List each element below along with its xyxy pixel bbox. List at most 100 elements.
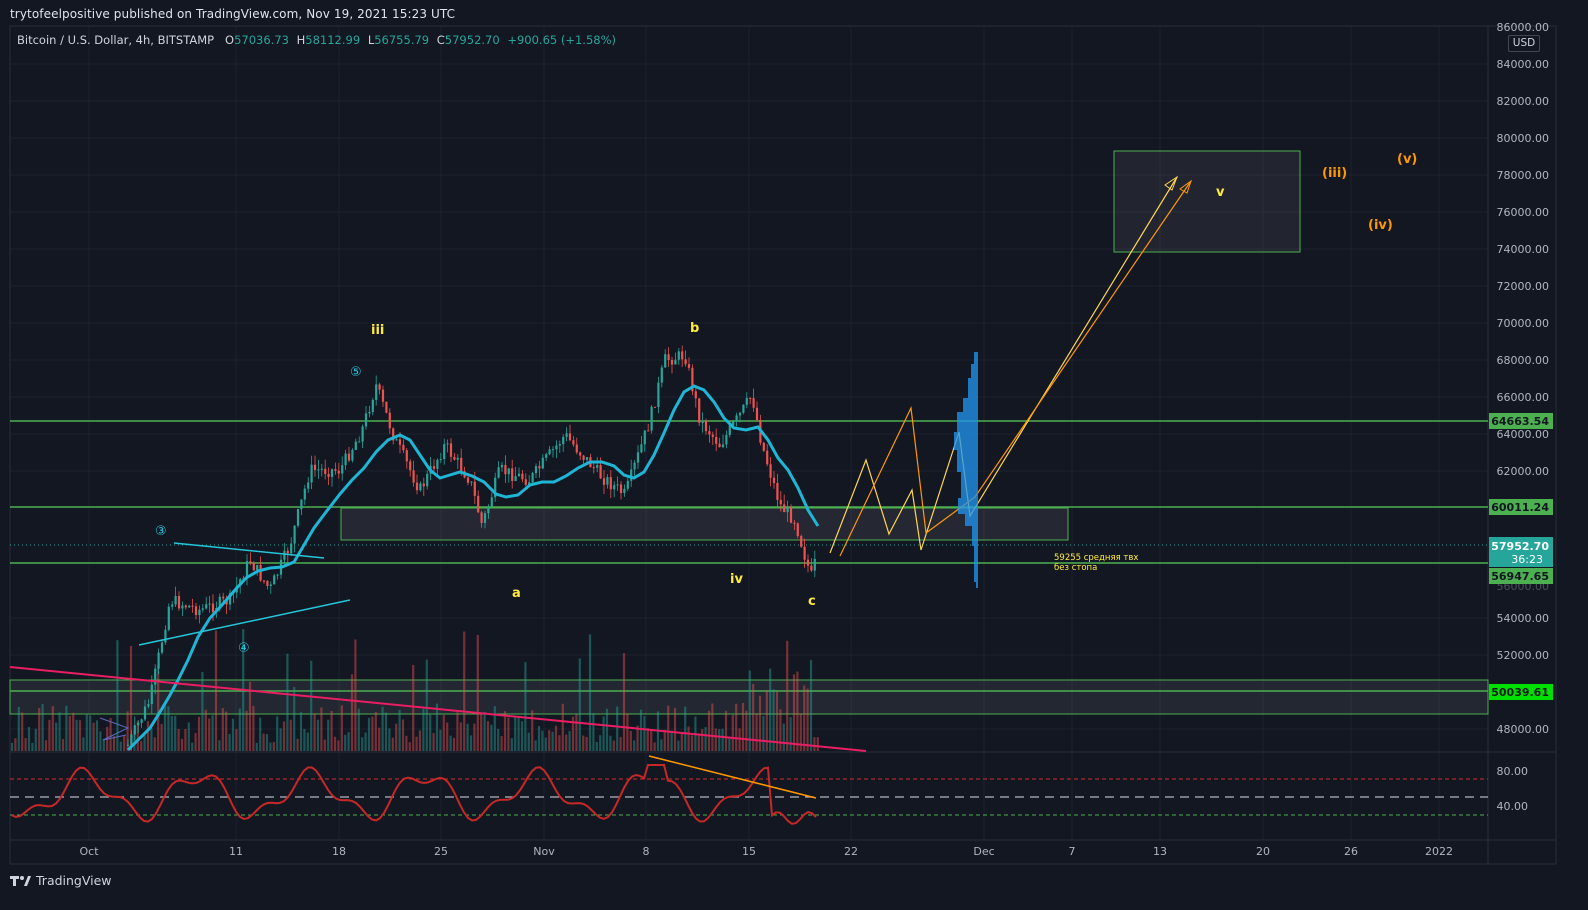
close-label: C bbox=[436, 33, 445, 47]
volume-bar bbox=[476, 634, 479, 751]
volume-bar bbox=[605, 708, 609, 751]
volume-bar bbox=[639, 709, 643, 751]
candle-body bbox=[177, 595, 181, 609]
volume-bar bbox=[167, 706, 170, 751]
candle-body bbox=[286, 550, 289, 554]
volume-bar bbox=[340, 705, 343, 751]
candle-body bbox=[171, 604, 174, 607]
volume-bar bbox=[350, 674, 354, 751]
candle-body bbox=[453, 456, 456, 460]
candle-body bbox=[211, 603, 215, 613]
candle-body bbox=[538, 466, 541, 469]
candle-body bbox=[354, 441, 357, 450]
candle-body bbox=[779, 499, 782, 505]
volume-bar bbox=[425, 659, 428, 751]
volume-bar bbox=[735, 703, 738, 751]
candle-body bbox=[698, 398, 701, 423]
volume-bar bbox=[578, 658, 581, 751]
candle-body bbox=[473, 481, 476, 496]
candle-body bbox=[704, 420, 708, 432]
candle-body bbox=[650, 406, 653, 431]
target-zone[interactable] bbox=[1113, 150, 1301, 253]
candle-body bbox=[337, 470, 340, 474]
symbol-name[interactable]: Bitcoin / U.S. Dollar, 4h, BITSTAMP bbox=[17, 33, 214, 47]
volume-bar bbox=[592, 713, 595, 751]
price-tick: 66000.00 bbox=[1497, 391, 1550, 404]
price-badge-50039-text: 50039.61 bbox=[1491, 686, 1549, 699]
candle-body bbox=[749, 397, 752, 399]
volume-bar bbox=[796, 671, 799, 751]
candle-body bbox=[796, 523, 799, 537]
candle-body bbox=[534, 466, 538, 474]
volume-bar bbox=[731, 714, 734, 751]
volume-bar bbox=[316, 719, 320, 751]
volume-bar bbox=[459, 722, 462, 751]
volume-bar bbox=[367, 717, 371, 751]
candle-body bbox=[419, 483, 422, 491]
candle-body bbox=[351, 449, 354, 461]
volume-bar bbox=[792, 674, 796, 751]
volume-bar bbox=[626, 713, 629, 751]
volume-bar bbox=[643, 716, 646, 751]
price-tick: 80000.00 bbox=[1497, 132, 1550, 145]
chart-frame[interactable]: iii b a iv c v (iii) (iv) (v) ⑤ ③ ④ 5925… bbox=[0, 0, 1588, 910]
candle-body bbox=[327, 474, 330, 477]
candle-body bbox=[623, 488, 626, 494]
volume-bar bbox=[660, 739, 663, 751]
wave-label-v: v bbox=[1216, 185, 1225, 200]
volume-bar bbox=[561, 703, 564, 751]
volume-bar bbox=[558, 735, 561, 751]
volume-bar bbox=[408, 742, 411, 751]
volume-bar bbox=[762, 716, 765, 751]
currency-button[interactable]: USD bbox=[1508, 35, 1540, 52]
volume-bar bbox=[755, 713, 758, 751]
volume-bar bbox=[160, 723, 163, 751]
footer-brand[interactable]: TradingView bbox=[10, 873, 112, 888]
candle-body bbox=[596, 465, 599, 468]
candle-body bbox=[160, 642, 164, 653]
candle-body bbox=[657, 382, 660, 407]
volume-bar bbox=[293, 686, 296, 751]
volume-bar bbox=[197, 716, 201, 751]
price-tick-86000: 86000.00 bbox=[1497, 21, 1550, 34]
symbol-legend[interactable]: Bitcoin / U.S. Dollar, 4h, BITSTAMP O570… bbox=[17, 33, 620, 47]
candle-body bbox=[422, 483, 425, 487]
volume-bar bbox=[24, 738, 27, 751]
volume-bar bbox=[34, 728, 37, 751]
volume-bar bbox=[10, 742, 14, 751]
volume-bar bbox=[806, 688, 809, 751]
candle-body bbox=[130, 734, 133, 745]
volume-bar bbox=[816, 737, 819, 751]
volume-bar bbox=[92, 722, 95, 751]
volume-bar bbox=[466, 723, 469, 751]
volume-bar bbox=[388, 728, 391, 751]
volume-bar bbox=[422, 708, 425, 751]
candle-body bbox=[266, 580, 269, 586]
volume-bar bbox=[687, 726, 690, 751]
volume-bar bbox=[473, 723, 476, 751]
candle-body bbox=[398, 439, 402, 445]
volume-bar bbox=[163, 703, 167, 751]
candle-body bbox=[157, 652, 160, 669]
volume-bar bbox=[68, 715, 71, 751]
volume-bar bbox=[517, 716, 520, 751]
candle-body bbox=[674, 359, 677, 365]
candle-body bbox=[426, 473, 429, 487]
volume-bar bbox=[211, 715, 214, 751]
candle-body bbox=[252, 562, 255, 571]
candle-body bbox=[602, 478, 606, 485]
change-value: +900.65 (+1.58%) bbox=[507, 33, 616, 47]
volume-bar bbox=[208, 718, 211, 751]
volume-bar bbox=[272, 742, 275, 751]
wave-label-iv-paren: (iv) bbox=[1368, 218, 1393, 233]
volume-bar bbox=[588, 634, 592, 751]
volume-bar bbox=[374, 712, 377, 751]
candle-body bbox=[290, 543, 293, 554]
candle-body bbox=[742, 404, 745, 413]
candle-body bbox=[721, 444, 725, 448]
candle-body bbox=[558, 444, 561, 446]
volume-bar bbox=[306, 732, 309, 751]
wave-label-b: b bbox=[690, 321, 699, 336]
candle-body bbox=[575, 444, 578, 453]
volume-bar bbox=[48, 719, 51, 751]
